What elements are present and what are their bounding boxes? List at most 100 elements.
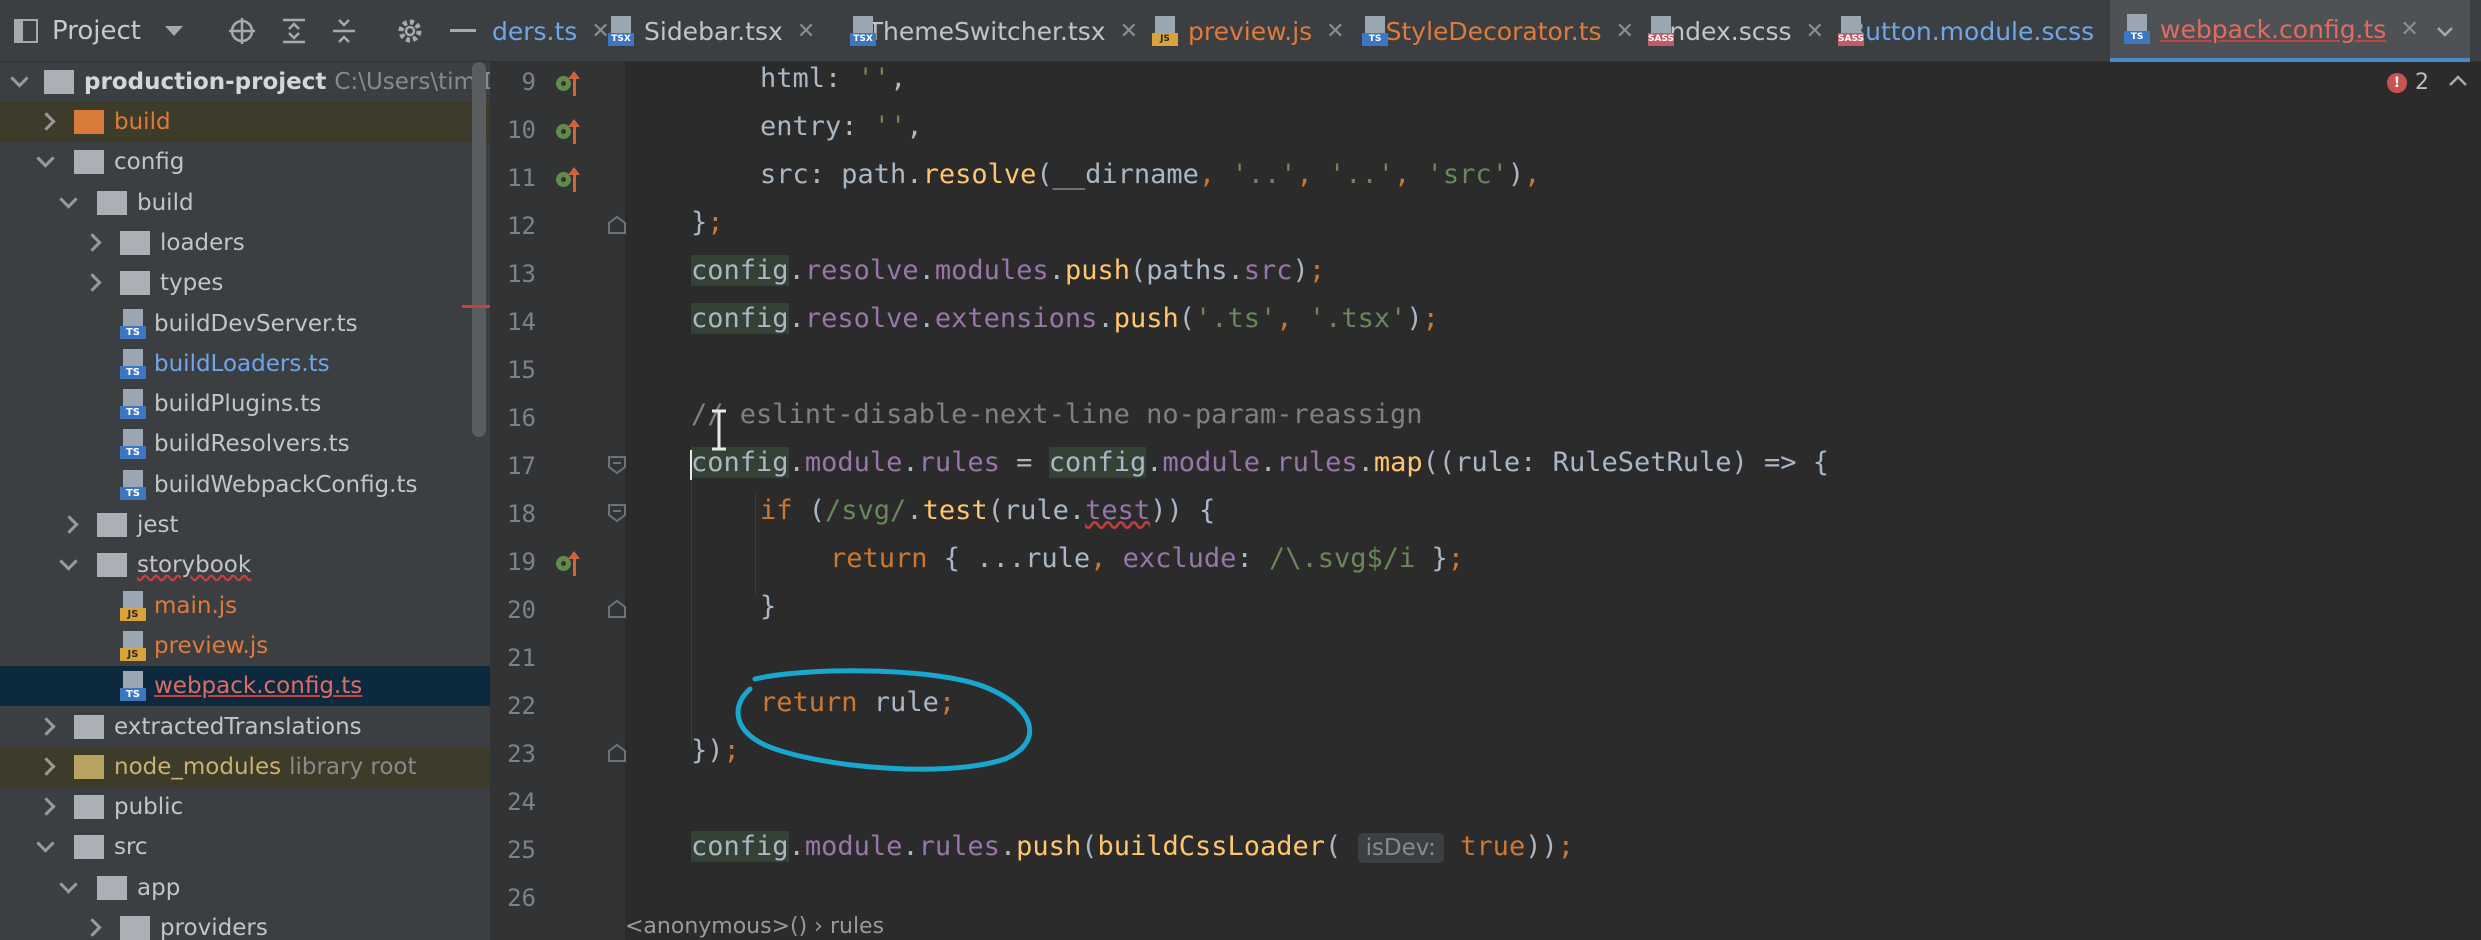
chevron-right-icon[interactable] [57, 513, 81, 537]
close-icon[interactable]: ✕ [1616, 19, 1634, 44]
tree-item-label: loaders [160, 229, 245, 256]
gear-icon[interactable] [396, 17, 424, 45]
tree-item[interactable]: src [0, 827, 490, 867]
tab-button-module-scss[interactable]: SASSButton.module.scss✕ [1824, 0, 2127, 62]
tab-themeswitcher-tsx[interactable]: TSX ThemeSwitcher.tsx ✕ [836, 0, 1138, 62]
folder-icon [44, 70, 74, 94]
tab-styledecorator-ts[interactable]: TS StyleDecorator.ts ✕ [1348, 0, 1634, 62]
tree-item[interactable]: node_modules library root [0, 746, 490, 787]
override-marker-icon[interactable] [556, 550, 588, 580]
folder-icon [97, 190, 127, 215]
folder-icon [74, 835, 104, 860]
tab-list-chevron-icon[interactable] [2435, 22, 2455, 42]
close-icon[interactable]: ✕ [797, 19, 815, 44]
line-number: 21 [507, 644, 536, 672]
chevron-right-icon[interactable] [34, 715, 58, 739]
tree-item-label: buildWebpackConfig.ts [154, 471, 418, 498]
override-marker-icon[interactable] [556, 70, 588, 100]
chevron-right-icon[interactable] [34, 795, 58, 819]
chevron-down-icon[interactable] [57, 191, 81, 215]
override-marker-icon[interactable] [556, 118, 588, 148]
tree-item-label: build [137, 189, 194, 216]
folder-icon [120, 916, 150, 940]
ts-file-icon: TS [120, 348, 146, 379]
line-number: 17 [507, 452, 536, 480]
tree-item[interactable]: JS main.js [0, 586, 490, 626]
close-icon[interactable]: ✕ [1120, 19, 1138, 44]
chevron-right-icon[interactable] [80, 231, 104, 255]
chevron-down-icon[interactable] [34, 835, 58, 859]
tab-webpack-config-ts[interactable]: TS webpack.config.ts ✕ [2110, 0, 2470, 62]
chevron-down-icon[interactable] [8, 70, 32, 94]
chevron-right-icon[interactable] [80, 271, 104, 295]
tree-item[interactable]: TS buildPlugins.ts [0, 384, 490, 424]
tab-ders-ts[interactable]: ders.ts ✕ [490, 0, 610, 62]
chevron-up-icon[interactable] [2447, 70, 2469, 92]
ts-file-icon: TS [120, 469, 146, 500]
chevron-down-icon[interactable] [57, 553, 81, 577]
line-number: 10 [507, 116, 536, 144]
folder-icon [74, 714, 104, 739]
tree-scrollbar[interactable] [472, 62, 486, 437]
close-icon[interactable]: ✕ [2400, 17, 2418, 42]
tree-item-label: types [160, 270, 224, 297]
js-file-icon: JS [1152, 16, 1178, 46]
chevron-right-icon[interactable] [34, 755, 58, 779]
tree-item[interactable]: TS buildLoaders.ts [0, 344, 490, 384]
project-view-selector[interactable]: Project [14, 0, 183, 62]
code-line-9: html: '', [760, 63, 907, 94]
tree-item[interactable]: config [0, 142, 490, 182]
tree-item[interactable]: app [0, 868, 490, 908]
chevron-down-icon[interactable] [57, 876, 81, 900]
code-line-13: config.resolve.modules.push(paths.src); [691, 255, 1326, 286]
tree-item[interactable]: providers [0, 908, 490, 940]
breadcrumb[interactable]: <anonymous>() › rules [625, 914, 884, 940]
code-editor[interactable]: 9 10 11 12 13 14 15 16 17 18 19 20 21 22 23 24 25 26 html… [490, 62, 2481, 940]
tree-item[interactable]: build [0, 183, 490, 223]
tree-item-label: main.js [154, 592, 238, 619]
close-icon[interactable]: ✕ [1806, 19, 1824, 44]
tree-item[interactable]: types [0, 263, 490, 303]
tree-item[interactable]: TS buildResolvers.ts [0, 424, 490, 464]
chevron-down-icon[interactable] [164, 26, 183, 36]
error-indicator[interactable]: ! 2 [2387, 70, 2429, 95]
tree-item-label: jest [137, 512, 179, 538]
chevron-right-icon[interactable] [34, 110, 58, 134]
tab-label: ders.ts [492, 16, 578, 46]
folder-icon [74, 795, 104, 820]
tree-item[interactable]: jest [0, 505, 490, 545]
editor-tab-bar: ders.ts ✕ TSX Sidebar.tsx ✕ TSX ThemeSwitcher.… [490, 0, 2481, 62]
folder-icon [74, 754, 104, 779]
tree-item[interactable]: JS preview.js [0, 626, 490, 666]
expand-all-icon[interactable] [280, 17, 308, 45]
tree-item-label: buildResolvers.ts [154, 431, 350, 458]
tree-item[interactable]: TS buildDevServer.ts [0, 304, 490, 344]
line-number: 26 [507, 884, 536, 912]
tree-item[interactable]: public [0, 787, 490, 827]
line-number: 12 [507, 212, 536, 240]
tree-item[interactable]: TS webpack.config.ts [0, 666, 490, 707]
tab-preview-js[interactable]: JS preview.js ✕ [1138, 0, 1348, 62]
tree-item[interactable]: loaders [0, 223, 490, 263]
hide-panel-icon[interactable] [450, 29, 476, 32]
line-number: 13 [507, 260, 536, 288]
tree-item[interactable]: build [0, 102, 490, 142]
tree-item[interactable]: storybook [0, 545, 490, 585]
tree-root-path: C:\Users\tim\Des [334, 69, 490, 95]
folder-icon [97, 875, 127, 900]
tree-item[interactable]: TS buildWebpackConfig.ts [0, 465, 490, 505]
close-icon[interactable]: ✕ [1326, 19, 1344, 44]
collapse-all-icon[interactable] [330, 17, 358, 45]
tree-item[interactable]: extractedTranslations [0, 707, 490, 747]
override-marker-icon[interactable] [556, 166, 588, 196]
text-cursor-icon [712, 409, 726, 451]
tab-index-scss[interactable]: SASS index.scss ✕ [1634, 0, 1824, 62]
select-opened-file-icon[interactable] [228, 17, 256, 45]
chevron-down-icon[interactable] [34, 150, 58, 174]
tab-sidebar-tsx[interactable]: TSX Sidebar.tsx ✕ [594, 0, 836, 62]
tree-root[interactable]: production-project C:\Users\tim\Des [0, 62, 490, 102]
chevron-right-icon[interactable] [80, 916, 104, 940]
ts-file-icon: TS [2124, 14, 2150, 44]
code-area[interactable]: html: '', entry: '', src: path.resolve(_… [625, 62, 2481, 940]
indent-guide [755, 494, 756, 594]
